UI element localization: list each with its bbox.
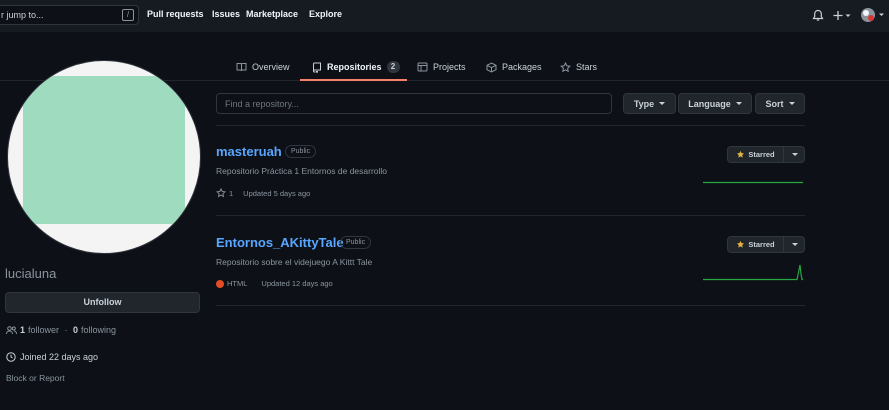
nav-issues[interactable]: Issues [212, 9, 240, 19]
package-icon [486, 61, 497, 73]
search-input[interactable]: r jump to... / [0, 5, 139, 25]
find-repository-input[interactable] [216, 93, 612, 114]
avatar [7, 60, 201, 254]
repo-meta: 1 Updated 5 days ago [216, 188, 310, 198]
book-icon [236, 62, 247, 72]
following-label[interactable]: following [81, 325, 116, 335]
type-filter-button[interactable]: Type [623, 93, 676, 114]
list-divider [216, 215, 805, 216]
starred-label: Starred [748, 150, 775, 159]
language-filter-button[interactable]: Language [678, 93, 752, 114]
star-list-dropdown[interactable] [784, 147, 805, 162]
visibility-badge: Public [285, 145, 317, 158]
language-color-dot [216, 279, 224, 288]
tab-projects[interactable]: Projects [417, 53, 466, 81]
repo-icon [312, 62, 322, 73]
unfollow-button[interactable]: Unfollow [5, 292, 200, 313]
tab-stars-label: Stars [576, 62, 598, 72]
star-list-dropdown[interactable] [784, 237, 805, 252]
clock-icon [6, 352, 16, 362]
followers-count[interactable]: 1 [20, 325, 25, 335]
block-or-report-link[interactable]: Block or Report [6, 373, 65, 383]
avatar-menu-icon[interactable] [860, 7, 886, 23]
type-filter-label: Type [633, 98, 655, 109]
chevron-down-icon [659, 102, 666, 105]
star-icon [560, 61, 571, 73]
nav-pull-requests[interactable]: Pull requests [147, 9, 204, 19]
star-icon [216, 188, 226, 198]
tab-overview-label: Overview [252, 62, 290, 72]
updated-time: Updated 5 days ago [243, 188, 311, 198]
unstar-button[interactable]: Starred [728, 237, 784, 252]
sort-filter-label: Sort [765, 98, 784, 109]
chevron-down-icon [788, 102, 795, 105]
sort-filter-button[interactable]: Sort [755, 93, 805, 114]
table-icon [417, 62, 428, 72]
starred-button-group: Starred [727, 236, 805, 253]
stargazers-link[interactable]: 1 [216, 188, 233, 198]
repo-description: Repositorio Práctica 1 Entornos de desar… [216, 166, 388, 176]
starred-label: Starred [748, 240, 775, 249]
followers-label[interactable]: follower [28, 325, 59, 335]
unstar-button[interactable]: Starred [728, 147, 784, 162]
global-header: r jump to... / Pull requests Issues Mark… [0, 0, 889, 32]
star-filled-icon [736, 150, 745, 159]
bell-icon[interactable] [812, 9, 824, 22]
nav-explore[interactable]: Explore [309, 9, 342, 19]
profile-username: lucialuna [5, 266, 57, 281]
chevron-down-icon [735, 102, 742, 105]
repo-meta: HTML Updated 12 days ago [216, 279, 333, 288]
tab-repositories-label: Repositories [327, 62, 382, 72]
avatar-image [23, 76, 185, 224]
repo-name-link[interactable]: Entornos_AKittyTale [216, 235, 344, 250]
joined-info: Joined 22 days ago [6, 352, 98, 362]
activity-sparkline [703, 264, 803, 281]
nav-marketplace[interactable]: Marketplace [246, 9, 298, 19]
following-count[interactable]: 0 [73, 325, 78, 335]
repo-name-link[interactable]: masteruah [216, 144, 282, 159]
tab-repositories[interactable]: Repositories 2 [312, 53, 400, 81]
list-divider [216, 305, 805, 306]
joined-text: Joined 22 days ago [20, 352, 99, 362]
star-filled-icon [736, 240, 745, 249]
tab-packages-label: Packages [502, 62, 542, 72]
updated-time: Updated 12 days ago [261, 279, 333, 288]
language-filter-label: Language [688, 98, 731, 109]
tab-projects-label: Projects [433, 62, 466, 72]
plus-icon[interactable] [833, 10, 851, 21]
list-divider [216, 125, 805, 126]
people-icon [6, 325, 17, 335]
follow-stats: 1 follower · 0 following [6, 325, 116, 335]
repo-count-badge: 2 [386, 61, 400, 73]
active-tab-underline [300, 79, 407, 81]
slash-shortcut-key: / [122, 9, 134, 21]
search-placeholder: r jump to... [1, 10, 44, 20]
chevron-down-icon [791, 243, 798, 246]
chevron-down-icon [791, 153, 798, 156]
repo-language: HTML [227, 279, 248, 288]
repo-description: Repositorio sobre el videjuego A Kittt T… [216, 257, 373, 267]
starred-button-group: Starred [727, 146, 805, 163]
tab-stars[interactable]: Stars [560, 53, 597, 81]
tab-overview[interactable]: Overview [236, 53, 290, 81]
activity-sparkline [703, 181, 803, 184]
star-count: 1 [229, 188, 234, 198]
visibility-badge: Public [340, 236, 372, 249]
follow-separator: · [62, 325, 71, 335]
tab-packages[interactable]: Packages [486, 53, 542, 81]
